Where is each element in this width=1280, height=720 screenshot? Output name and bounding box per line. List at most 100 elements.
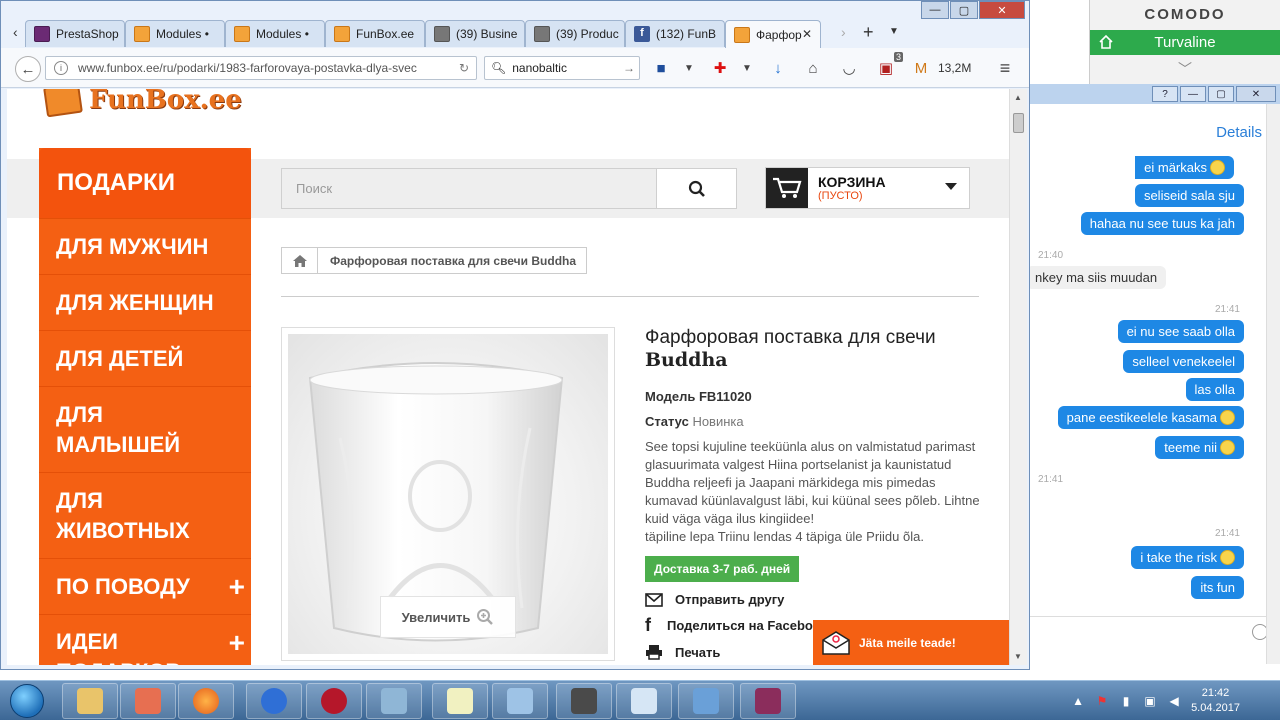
app-taskbar-button[interactable] [616,683,672,719]
tab[interactable]: PrestaShop [25,20,125,47]
chat-messages: ei märkaks seliseid sala sju hahaa nu se… [1026,148,1262,648]
search-button[interactable] [656,169,736,208]
menu-item-occasion[interactable]: ПО ПОВОДУ + [39,558,251,614]
show-hidden-icons-icon[interactable]: ▲ [1071,694,1085,708]
minimize-button[interactable]: — [921,1,949,19]
tab[interactable]: (39) Produc [525,20,625,47]
firefox-taskbar-button[interactable] [178,683,234,719]
emoji-icon [1220,440,1235,455]
app-taskbar-button[interactable] [246,683,302,719]
zoom-button[interactable]: Увеличить [380,596,516,638]
close-button[interactable]: ✕ [979,1,1025,19]
start-button[interactable] [4,681,50,720]
scroll-down-icon[interactable]: ▼ [1014,652,1022,661]
addon-icon[interactable]: ▣ 3 [874,52,903,80]
flag-icon[interactable]: ⚑ [1095,694,1109,708]
url-bar[interactable]: i www.funbox.ee/ru/podarki/1983-farforov… [45,56,477,80]
cart[interactable]: КОРЗИНА (ПУСТО) [765,167,970,209]
plus-icon[interactable]: + [229,628,245,658]
product-description: See topsi kujuline teeküünla alus on val… [645,439,980,544]
tab-active[interactable]: Фарфор ✕ [725,20,821,48]
app-taskbar-button[interactable] [740,683,796,719]
system-tray: ▲ ⚑ ▮ ▣ ◀ 21:42 5.04.2017 [1071,681,1280,720]
breadcrumb-current: Фарфоровая поставка для свечи Buddha [330,253,577,268]
menu-item-kids[interactable]: ДЛЯ ДЕТЕЙ [39,330,251,386]
save-icon[interactable]: ■ [649,56,673,80]
chevron-down-icon[interactable]: ﹀ [1090,59,1280,79]
tabs-scroll-right-icon[interactable]: › [841,24,846,40]
menu-item-babies[interactable]: ДЛЯ МАЛЫШЕЙ [39,386,251,472]
volume-icon[interactable]: ◀ [1167,694,1181,708]
app-taskbar-button[interactable] [678,683,734,719]
send-to-friend-link[interactable]: Отправить другу [645,592,985,607]
app-taskbar-button[interactable] [306,683,362,719]
tab[interactable]: f (132) FunB [625,20,725,47]
explorer-taskbar-button[interactable] [62,683,118,719]
tab[interactable]: FunBox.ee [325,20,425,47]
minimize-button[interactable]: — [1180,86,1206,102]
power-icon[interactable]: ▮ [1119,694,1133,708]
comodo-status[interactable]: Turvaline [1090,30,1280,55]
home-icon [1099,34,1113,49]
app-taskbar-button[interactable] [366,683,422,719]
clock[interactable]: 21:42 5.04.2017 [1191,686,1240,716]
tab[interactable]: Modules • [225,20,325,47]
chat-message: ei märkaks [1135,156,1234,179]
medical-icon[interactable]: ✚ [708,56,732,80]
dropdown-icon[interactable]: ▼ [735,56,759,80]
plus-icon[interactable]: + [229,571,245,602]
app-taskbar-button[interactable] [556,683,612,719]
media-player-taskbar-button[interactable] [120,683,176,719]
menu-icon[interactable]: ≡ [993,56,1017,80]
list-tabs-icon[interactable]: ▼ [889,26,899,37]
network-icon[interactable]: ▣ [1143,694,1157,708]
scroll-up-icon[interactable]: ▲ [1014,93,1022,102]
leave-message-button[interactable]: Jäta meile teade! [813,620,1009,665]
search-input[interactable]: Поиск [282,169,656,208]
maximize-button[interactable]: ▢ [950,1,978,19]
monitor-icon [571,688,597,714]
menu-item-pets[interactable]: ДЛЯ ЖИВОТНЫХ [39,472,251,558]
caret-down-icon[interactable] [945,183,957,190]
tabs-scroll-left-icon[interactable]: ‹ [13,24,18,40]
reload-icon[interactable]: ↻ [452,61,476,75]
navigation-bar: ← i www.funbox.ee/ru/podarki/1983-farfor… [1,48,1029,88]
app-taskbar-button[interactable] [432,683,488,719]
pocket-icon[interactable]: ◡ [837,56,861,80]
info-icon[interactable]: i [54,61,68,75]
tab[interactable]: (39) Busine [425,20,525,47]
maximize-button[interactable]: ▢ [1208,86,1234,102]
site-logo[interactable]: FunBox.ee [43,89,242,118]
browser-search-field[interactable]: 🔍︎ nanobaltic → [484,56,640,80]
menu-item-women[interactable]: ДЛЯ ЖЕНЩИН [39,274,251,330]
home-icon[interactable]: ⌂ [801,56,825,80]
comodo-status-label: Turvaline [1154,34,1216,51]
details-link[interactable]: Details [1216,124,1262,141]
close-button[interactable]: ✕ [1236,86,1276,102]
tab[interactable]: Modules • [125,20,225,47]
menu-title[interactable]: ПОДАРКИ [39,148,251,218]
close-tab-icon[interactable]: ✕ [802,27,812,41]
search-icon [688,180,705,197]
search-go-icon[interactable]: → [623,61,635,75]
extension-icon[interactable]: M [909,56,933,80]
download-icon[interactable]: ↓ [766,56,790,80]
product-title-name: Buddha [645,349,728,371]
page-scrollbar[interactable]: ▲ ▼ [1009,89,1027,665]
image-favicon [434,26,450,42]
product-image[interactable]: Увеличить [281,327,615,661]
app-taskbar-button[interactable] [492,683,548,719]
chat-scrollbar[interactable] [1266,104,1280,664]
home-icon[interactable] [282,248,318,273]
taskbar: ▲ ⚑ ▮ ▣ ◀ 21:42 5.04.2017 [0,680,1280,720]
chat-composer[interactable] [1030,616,1280,646]
back-icon[interactable]: ← [15,56,41,82]
web-page: FunBox.ee ПОДАРКИ ДЛЯ МУЖЧИН ДЛЯ ЖЕНЩИН … [7,89,1009,665]
help-icon[interactable]: ? [1152,86,1178,102]
new-tab-icon[interactable]: + [863,22,874,43]
timestamp: 21:41 [1214,528,1240,539]
menu-item-men[interactable]: ДЛЯ МУЖЧИН [39,218,251,274]
dropdown-icon[interactable]: ▼ [677,56,701,80]
scrollbar-thumb[interactable] [1013,113,1024,133]
menu-item-gift-ideas[interactable]: ИДЕИ ПОДАРКОВ+ [39,614,251,665]
